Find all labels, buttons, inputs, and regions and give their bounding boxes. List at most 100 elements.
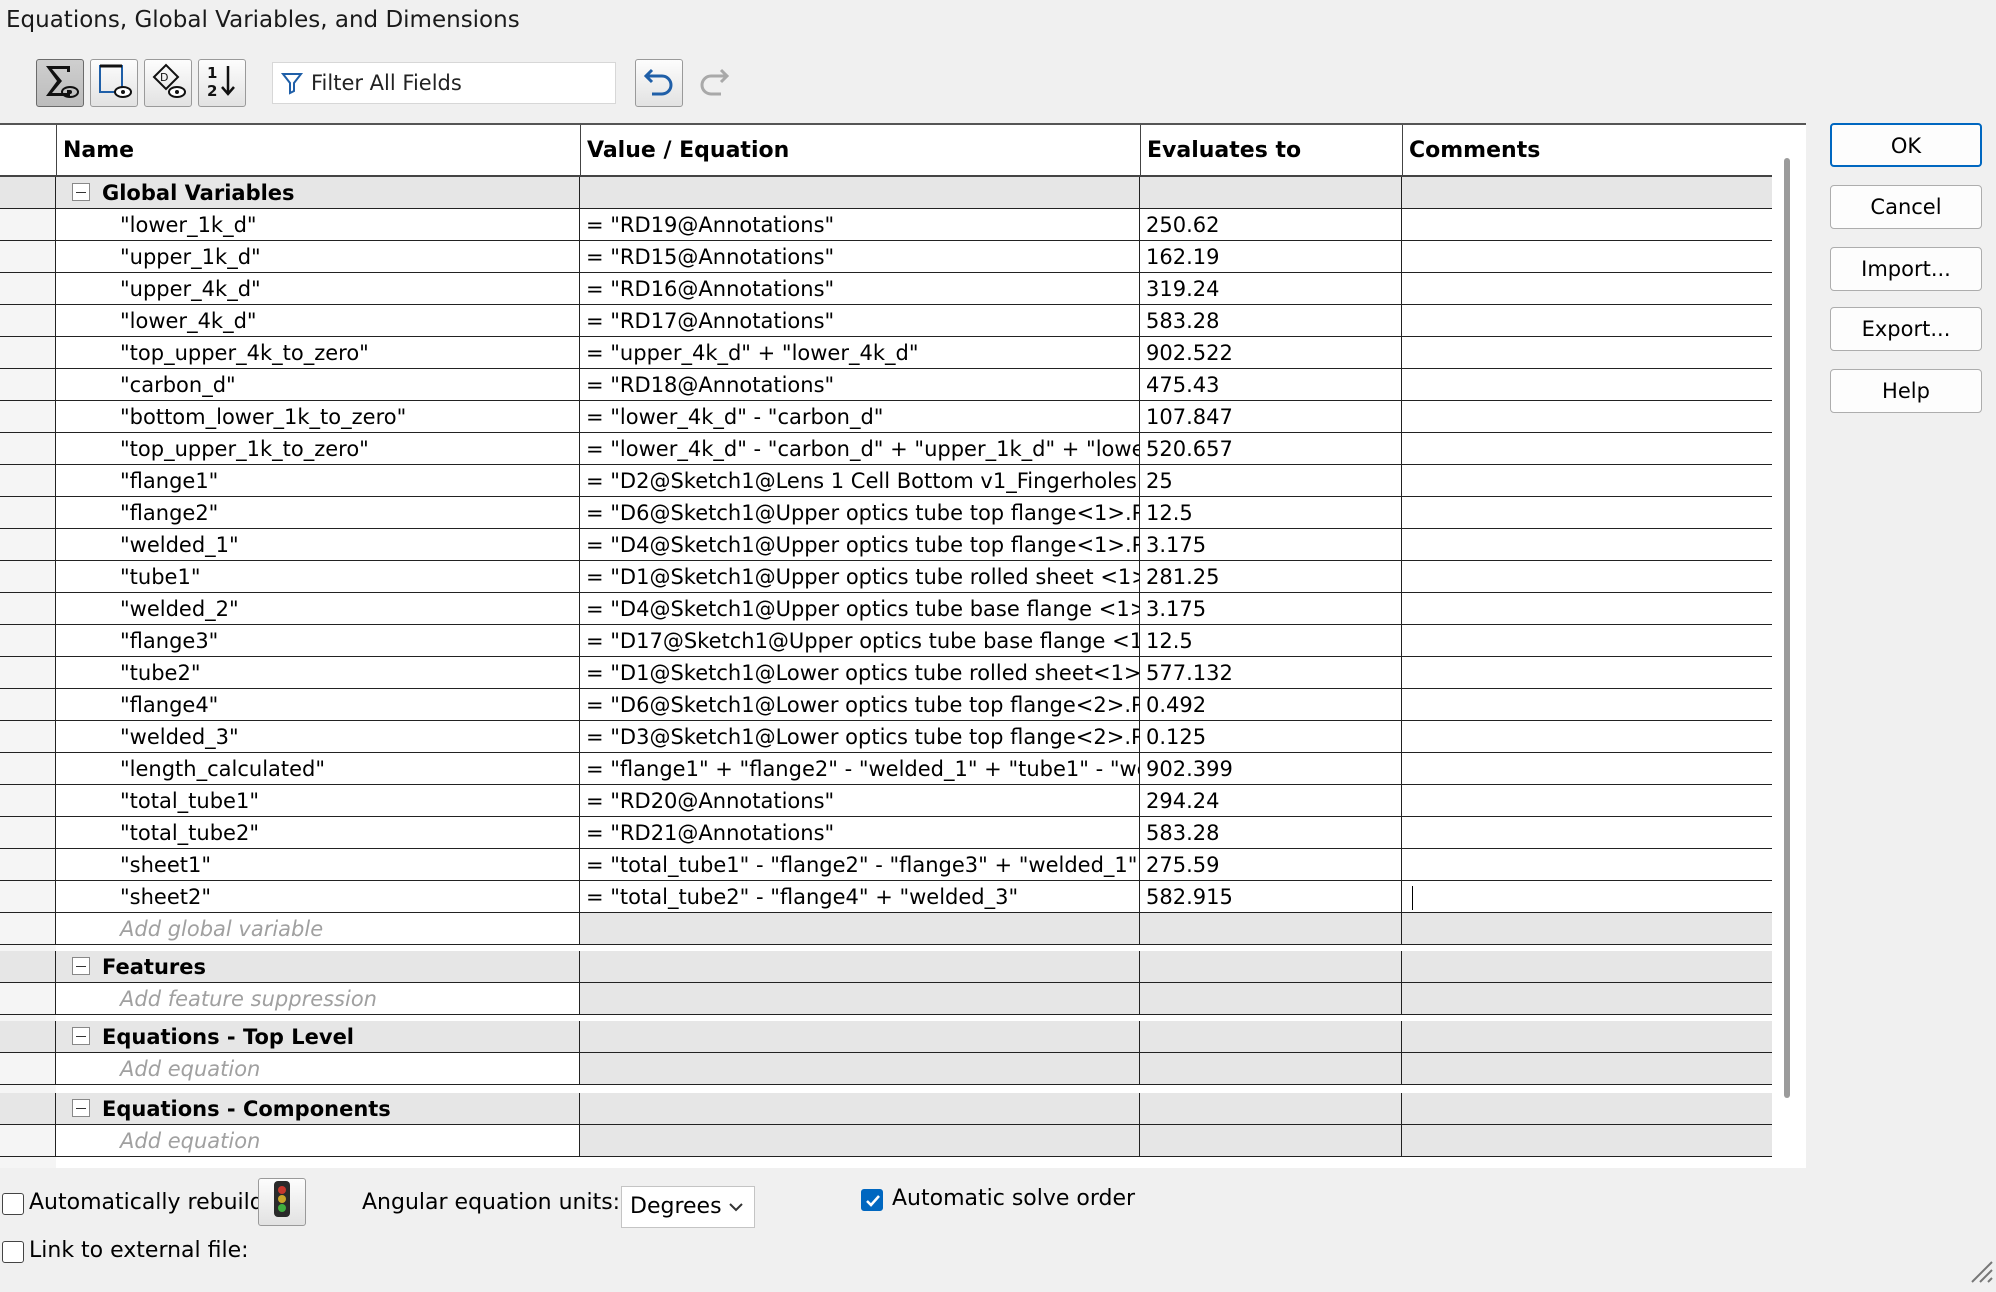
value-cell[interactable]: = "lower_4k_d" - "carbon_d" + "upper_1k_…: [580, 433, 1140, 465]
ok-button[interactable]: OK: [1830, 123, 1982, 167]
table-row[interactable]: "total_tube2" = "RD21@Annotations" 583.2…: [0, 817, 1772, 849]
table-row[interactable]: "upper_4k_d" = "RD16@Annotations" 319.24: [0, 273, 1772, 305]
value-cell[interactable]: = "D4@Sketch1@Upper optics tube base fla…: [580, 593, 1140, 625]
row-header[interactable]: [0, 273, 56, 305]
value-cell[interactable]: = "upper_4k_d" + "lower_4k_d": [580, 337, 1140, 369]
value-cell[interactable]: = "RD17@Annotations": [580, 305, 1140, 337]
table-row[interactable]: "tube1" = "D1@Sketch1@Upper optics tube …: [0, 561, 1772, 593]
row-header[interactable]: [0, 369, 56, 401]
name-cell[interactable]: "welded_3": [56, 721, 580, 753]
value-cell[interactable]: = "D6@Sketch1@Upper optics tube top flan…: [580, 497, 1140, 529]
add-component-equation-row[interactable]: Add equation: [0, 1125, 1772, 1157]
table-row[interactable]: "flange4" = "D6@Sketch1@Lower optics tub…: [0, 689, 1772, 721]
value-cell[interactable]: = "D17@Sketch1@Upper optics tube base fl…: [580, 625, 1140, 657]
link-external-file-checkbox[interactable]: [2, 1241, 24, 1263]
add-top-level-equation-row[interactable]: Add equation: [0, 1053, 1772, 1085]
group-header-name[interactable]: Equations - Components: [56, 1093, 580, 1125]
group-header-name[interactable]: Global Variables: [56, 177, 580, 209]
table-row[interactable]: "sheet1" = "total_tube1" - "flange2" - "…: [0, 849, 1772, 881]
value-cell[interactable]: = "D6@Sketch1@Lower optics tube top flan…: [580, 689, 1140, 721]
name-cell[interactable]: "carbon_d": [56, 369, 580, 401]
row-header[interactable]: [0, 721, 56, 753]
resize-grip-icon[interactable]: [1966, 1256, 1994, 1290]
row-header[interactable]: [0, 817, 56, 849]
comment-cell[interactable]: [1402, 849, 1772, 881]
comment-cell[interactable]: [1402, 753, 1772, 785]
table-row[interactable]: "tube2" = "D1@Sketch1@Lower optics tube …: [0, 657, 1772, 689]
name-cell[interactable]: "upper_4k_d": [56, 273, 580, 305]
column-header-evaluates[interactable]: Evaluates to: [1140, 125, 1402, 177]
row-header[interactable]: [0, 497, 56, 529]
automatically-rebuild-label[interactable]: Automatically rebuild: [29, 1190, 264, 1215]
name-cell[interactable]: "tube1": [56, 561, 580, 593]
group-equations-components[interactable]: Equations - Components: [0, 1093, 1772, 1125]
comment-cell[interactable]: [1402, 401, 1772, 433]
collapse-icon[interactable]: [72, 1027, 90, 1045]
comment-cell[interactable]: [1402, 273, 1772, 305]
filter-all-fields-input[interactable]: Filter All Fields: [272, 62, 616, 104]
comment-cell[interactable]: [1402, 241, 1772, 273]
cancel-button[interactable]: Cancel: [1830, 185, 1982, 229]
row-header[interactable]: [0, 657, 56, 689]
name-cell[interactable]: "sheet1": [56, 849, 580, 881]
value-cell[interactable]: = "D3@Sketch1@Lower optics tube top flan…: [580, 721, 1140, 753]
import-button[interactable]: Import...: [1830, 247, 1982, 291]
name-cell[interactable]: "lower_4k_d": [56, 305, 580, 337]
row-header[interactable]: [0, 593, 56, 625]
ordered-view-button[interactable]: 12: [198, 59, 246, 107]
value-cell[interactable]: = "RD19@Annotations": [580, 209, 1140, 241]
value-cell[interactable]: = "D2@Sketch1@Lens 1 Cell Bottom v1_Fing…: [580, 465, 1140, 497]
table-row[interactable]: "sheet2" = "total_tube2" - "flange4" + "…: [0, 881, 1772, 913]
equation-view-button[interactable]: [36, 59, 84, 107]
name-cell[interactable]: "top_upper_4k_to_zero": [56, 337, 580, 369]
table-row[interactable]: "flange2" = "D6@Sketch1@Upper optics tub…: [0, 497, 1772, 529]
row-header[interactable]: [0, 209, 56, 241]
table-row[interactable]: "lower_1k_d" = "RD19@Annotations" 250.62: [0, 209, 1772, 241]
automatic-solve-order-checkbox[interactable]: [861, 1189, 883, 1211]
comment-cell[interactable]: [1402, 785, 1772, 817]
add-global-variable-row[interactable]: Add global variable: [0, 913, 1772, 945]
row-header[interactable]: [0, 881, 56, 913]
table-row[interactable]: "lower_4k_d" = "RD17@Annotations" 583.28: [0, 305, 1772, 337]
table-row[interactable]: "welded_1" = "D4@Sketch1@Upper optics tu…: [0, 529, 1772, 561]
add-global-variable-cell[interactable]: Add global variable: [56, 913, 580, 945]
comment-cell[interactable]: [1402, 369, 1772, 401]
redo-button[interactable]: [690, 59, 738, 107]
comment-cell[interactable]: [1402, 433, 1772, 465]
name-cell[interactable]: "total_tube1": [56, 785, 580, 817]
table-row[interactable]: "welded_3" = "D3@Sketch1@Lower optics tu…: [0, 721, 1772, 753]
table-row[interactable]: "flange3" = "D17@Sketch1@Upper optics tu…: [0, 625, 1772, 657]
comment-cell[interactable]: [1402, 337, 1772, 369]
row-header[interactable]: [0, 753, 56, 785]
group-global-variables[interactable]: Global Variables: [0, 177, 1772, 209]
row-header[interactable]: [0, 849, 56, 881]
comment-cell[interactable]: [1402, 497, 1772, 529]
value-cell[interactable]: = "total_tube2" - "flange4" + "welded_3": [580, 881, 1140, 913]
name-cell[interactable]: "sheet2": [56, 881, 580, 913]
comment-cell[interactable]: [1402, 529, 1772, 561]
value-cell[interactable]: = "D1@Sketch1@Upper optics tube rolled s…: [580, 561, 1140, 593]
group-header-name[interactable]: Features: [56, 951, 580, 983]
row-header[interactable]: [0, 689, 56, 721]
comment-cell[interactable]: [1402, 817, 1772, 849]
automatically-rebuild-checkbox[interactable]: [2, 1193, 24, 1215]
comment-cell[interactable]: [1402, 593, 1772, 625]
value-cell[interactable]: = "flange1" + "flange2" - "welded_1" + "…: [580, 753, 1140, 785]
row-header[interactable]: [0, 625, 56, 657]
table-row[interactable]: "upper_1k_d" = "RD15@Annotations" 162.19: [0, 241, 1772, 273]
table-row[interactable]: "welded_2" = "D4@Sketch1@Upper optics tu…: [0, 593, 1772, 625]
comment-cell[interactable]: [1402, 657, 1772, 689]
row-header[interactable]: [0, 561, 56, 593]
undo-button[interactable]: [635, 59, 683, 107]
name-cell[interactable]: "welded_1": [56, 529, 580, 561]
comment-cell[interactable]: [1402, 305, 1772, 337]
comment-cell[interactable]: [1402, 881, 1772, 913]
comment-cell[interactable]: [1402, 209, 1772, 241]
name-cell[interactable]: "lower_1k_d": [56, 209, 580, 241]
row-header[interactable]: [0, 401, 56, 433]
value-cell[interactable]: = "total_tube1" - "flange2" - "flange3" …: [580, 849, 1140, 881]
row-header[interactable]: [0, 785, 56, 817]
group-features[interactable]: Features: [0, 951, 1772, 983]
angular-units-select[interactable]: Degrees: [621, 1186, 755, 1228]
comment-cell[interactable]: [1402, 465, 1772, 497]
